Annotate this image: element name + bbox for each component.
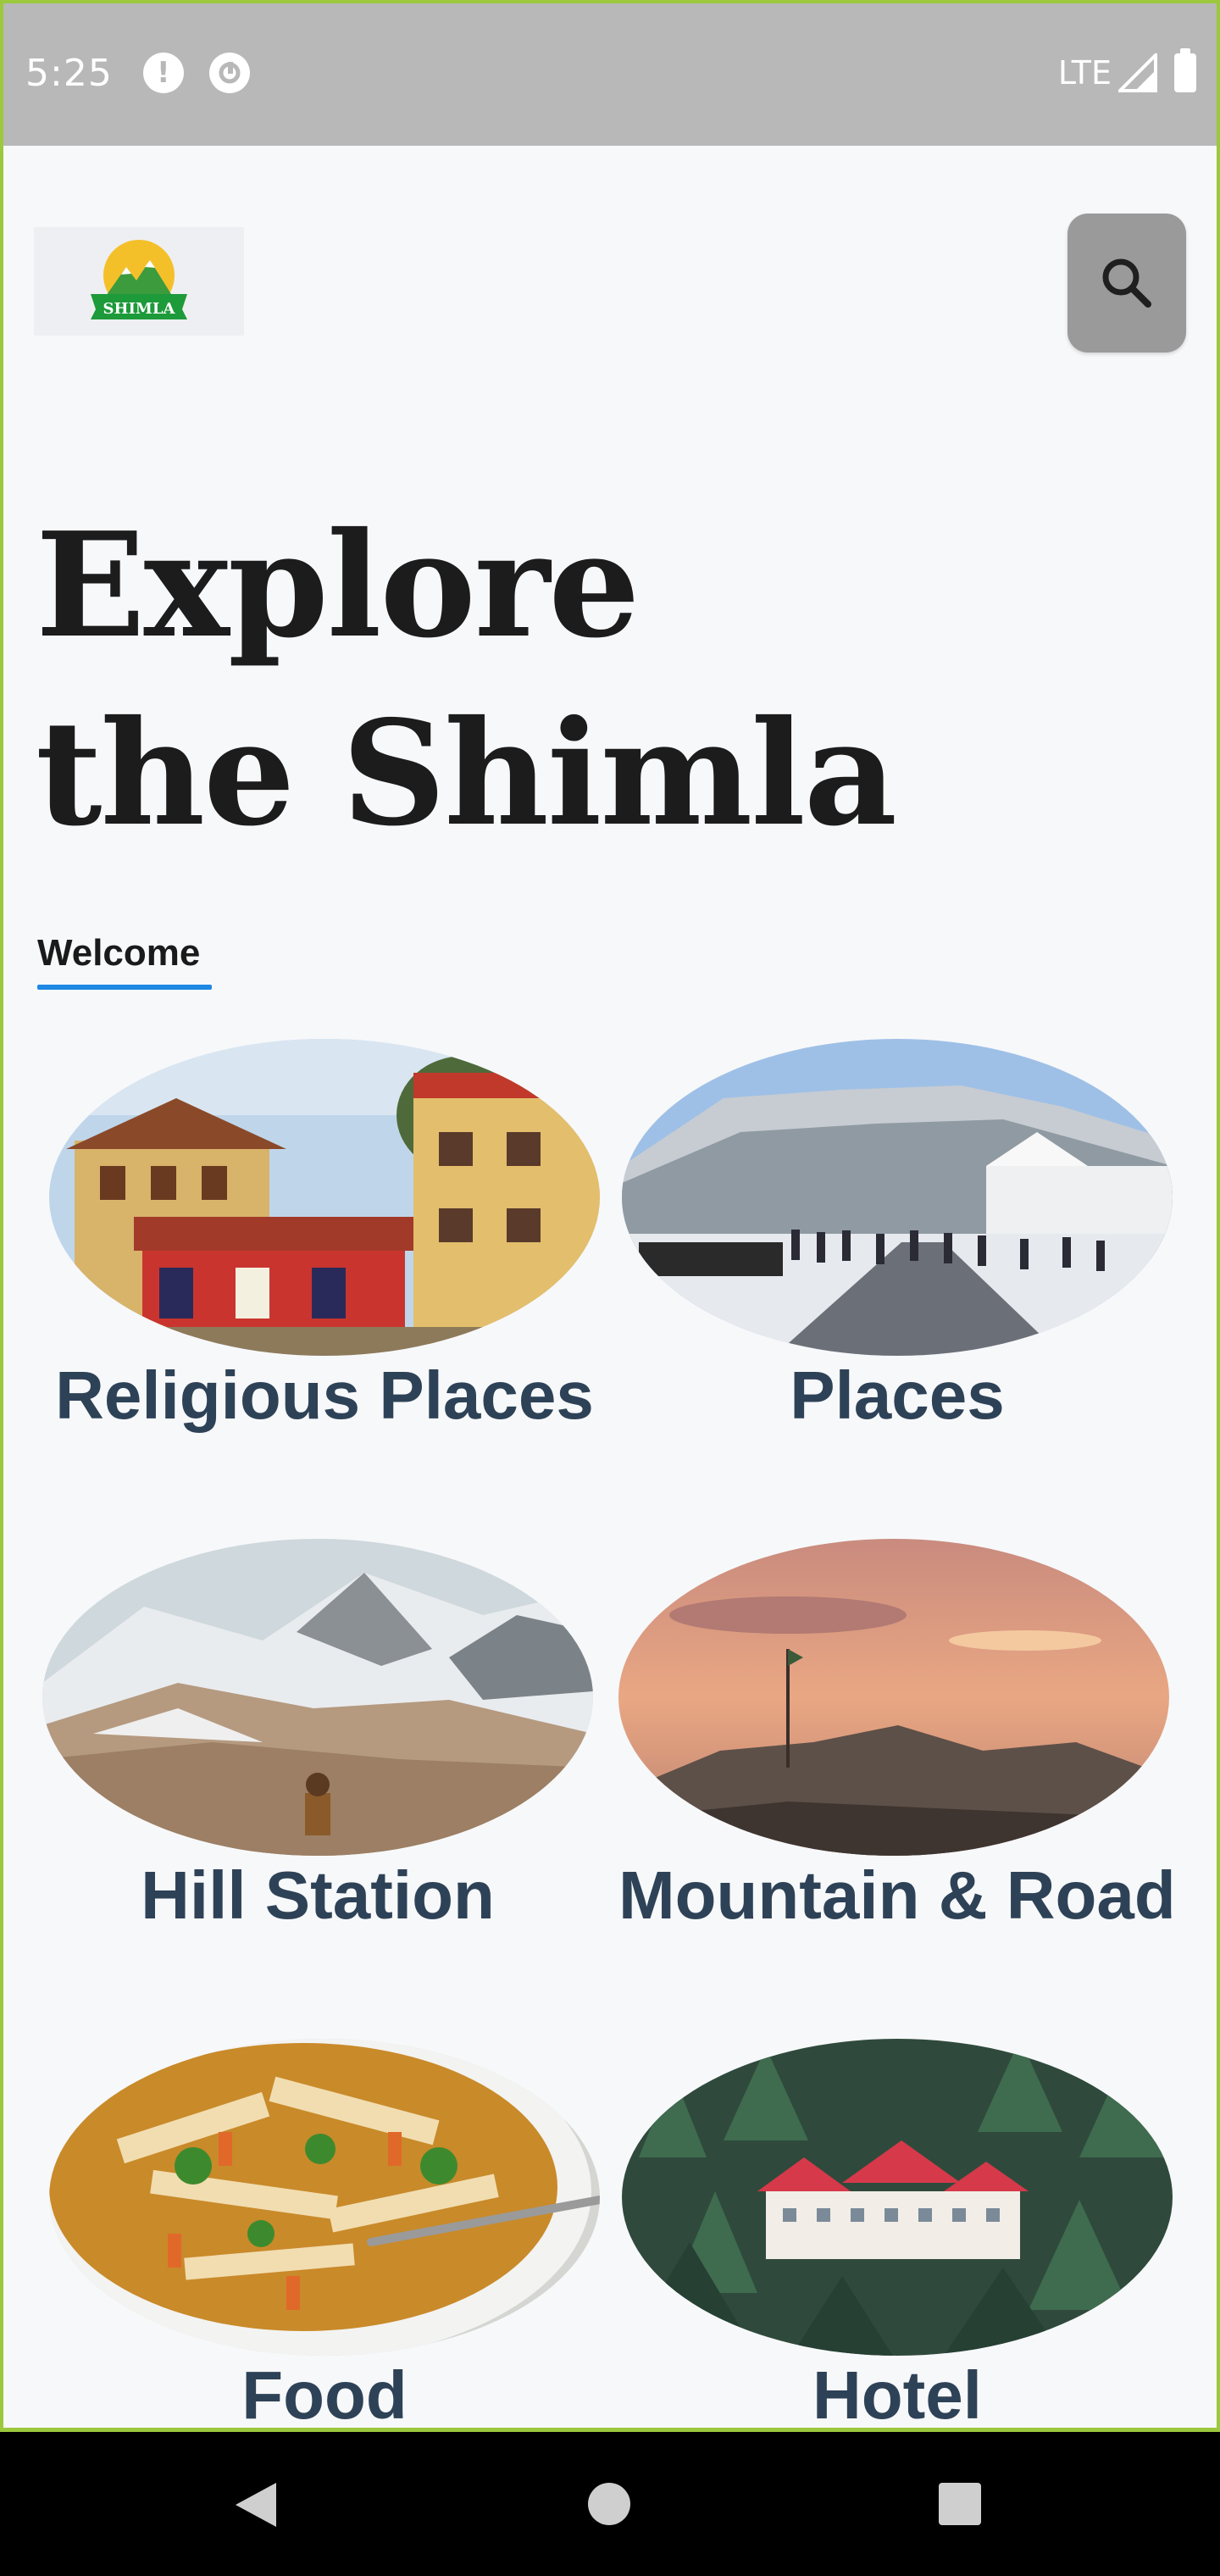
tab-welcome[interactable]: Welcome bbox=[37, 932, 200, 974]
card-label: Religious Places bbox=[55, 1357, 594, 1433]
network-type: LTE bbox=[1057, 54, 1112, 92]
food-image bbox=[49, 2039, 600, 2356]
card-label: Hotel bbox=[812, 2357, 982, 2433]
battery-icon bbox=[1174, 48, 1196, 92]
hill-station-image bbox=[42, 1539, 593, 1856]
category-card-religious-places[interactable]: Religious Places bbox=[49, 1039, 600, 1434]
title-line-1: Explore bbox=[36, 501, 640, 670]
mountain-road-image bbox=[618, 1539, 1169, 1856]
tab-indicator bbox=[37, 985, 212, 990]
card-label: Mountain & Road bbox=[618, 1857, 1176, 1933]
recents-icon[interactable] bbox=[939, 2483, 981, 2525]
logo-text: SHIMLA bbox=[103, 300, 176, 318]
status-bar: 5:25 ! LTE bbox=[0, 0, 1220, 146]
page-title: Explore the Shimla bbox=[36, 491, 968, 868]
status-left: 5:25 ! bbox=[25, 52, 275, 95]
category-card-food[interactable]: Food bbox=[49, 2039, 600, 2434]
places-image bbox=[622, 1039, 1173, 1356]
back-icon[interactable] bbox=[234, 2481, 278, 2529]
search-button[interactable] bbox=[1068, 214, 1186, 353]
search-icon bbox=[1102, 258, 1151, 308]
home-icon[interactable] bbox=[588, 2483, 630, 2525]
app-logo[interactable]: SHIMLA bbox=[34, 227, 244, 336]
status-right: LTE bbox=[1057, 48, 1196, 92]
signal-icon bbox=[1118, 53, 1157, 92]
card-label: Hill Station bbox=[141, 1857, 495, 1933]
category-card-hotel[interactable]: Hotel bbox=[622, 2039, 1173, 2434]
card-label: Places bbox=[790, 1357, 1005, 1433]
alert-icon: ! bbox=[142, 53, 184, 93]
system-nav-bar bbox=[0, 2432, 1220, 2576]
title-line-2: the Shimla bbox=[36, 689, 897, 858]
sync-icon bbox=[208, 53, 250, 93]
logo-icon: SHIMLA bbox=[91, 240, 187, 319]
status-time: 5:25 bbox=[25, 51, 113, 95]
category-card-hill-station[interactable]: Hill Station bbox=[42, 1539, 593, 1934]
religious-places-image bbox=[49, 1039, 600, 1356]
category-card-mountain-road[interactable]: Mountain & Road bbox=[618, 1539, 1176, 1934]
hotel-image bbox=[622, 2039, 1173, 2356]
category-card-places[interactable]: Places bbox=[622, 1039, 1173, 1434]
card-label: Food bbox=[241, 2357, 408, 2433]
